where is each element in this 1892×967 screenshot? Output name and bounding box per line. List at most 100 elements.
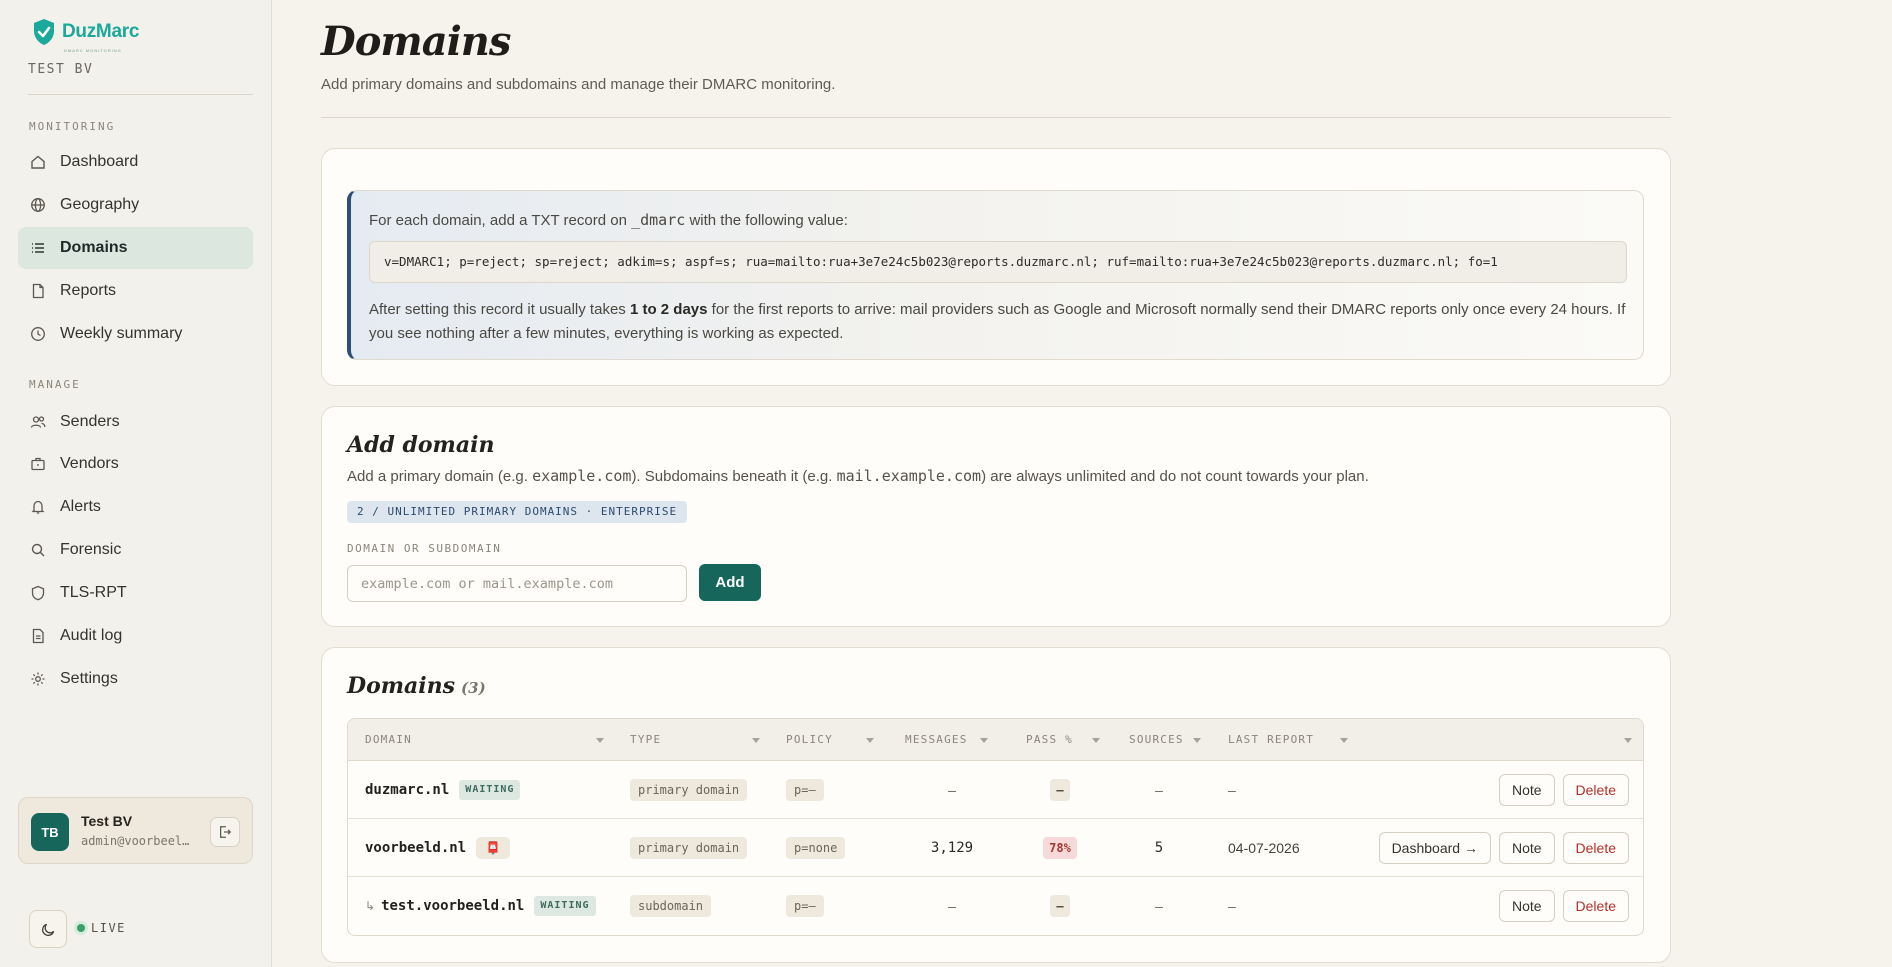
policy-cell: p=none xyxy=(786,819,846,877)
column-header-domain[interactable]: DOMAIN xyxy=(365,719,412,761)
sidebar-item-label: Vendors xyxy=(60,455,119,472)
policy-pill: p=– xyxy=(786,895,824,917)
table-row: duzmarc.nl WAITING primary domain p=– – … xyxy=(348,761,1643,819)
logout-button[interactable] xyxy=(210,817,240,847)
mailbox-icon: 📮 xyxy=(476,837,511,859)
sidebar-item-label: Geography xyxy=(60,196,140,213)
note-button[interactable]: Note xyxy=(1498,832,1555,864)
note-button[interactable]: Note xyxy=(1498,890,1555,922)
column-header-policy[interactable]: POLICY xyxy=(786,719,833,761)
avatar[interactable]: TB xyxy=(31,813,69,851)
bell-icon xyxy=(31,500,45,514)
desc-sub-example-code: mail.example.com xyxy=(836,467,982,485)
add-domain-title: Add domain xyxy=(347,432,495,458)
dmarc-info-box: For each domain, add a TXT record on _dm… xyxy=(347,190,1644,360)
moon-icon xyxy=(41,923,54,936)
add-domain-card: Add domain Add a primary domain (e.g. ex… xyxy=(321,406,1671,627)
domains-count: (3) xyxy=(461,679,486,697)
messages-value: – xyxy=(948,898,956,914)
sort-caret-icon[interactable] xyxy=(752,738,760,743)
table-header: DOMAIN TYPE POLICY MESSAGES PASS % SOURC… xyxy=(348,719,1643,761)
sidebar-item-domains[interactable]: Domains xyxy=(18,227,253,269)
section-label-manage: MANAGE xyxy=(29,378,81,391)
sidebar-item-reports[interactable]: Reports xyxy=(18,270,253,312)
sidebar-item-label: Domains xyxy=(60,239,128,256)
domain-name[interactable]: duzmarc.nl xyxy=(365,782,449,798)
row-actions: Note Delete xyxy=(1498,890,1629,922)
info-intro-suffix: with the following value: xyxy=(685,212,848,229)
messages-cell: – xyxy=(905,877,999,935)
desc-text: Add a primary domain (e.g. xyxy=(347,468,533,485)
messages-value: 3,129 xyxy=(930,840,974,856)
domains-table-card: Domains (3) DOMAIN TYPE POLICY MESSAGES P… xyxy=(321,647,1671,963)
column-header-type[interactable]: TYPE xyxy=(630,719,661,761)
policy-cell: p=– xyxy=(786,877,824,935)
brand-logo[interactable]: DuzMarc xyxy=(32,18,139,46)
desc-example-code: example.com xyxy=(532,467,632,485)
sidebar-item-settings[interactable]: Settings xyxy=(18,658,253,700)
sidebar-item-vendors[interactable]: Vendors xyxy=(18,443,253,485)
shield-check-icon xyxy=(34,19,54,45)
pass-pill: – xyxy=(1050,779,1070,801)
sidebar-item-label: Weekly summary xyxy=(60,325,183,342)
user-card: TB Test BV admin@voorbeel… xyxy=(18,797,253,864)
last-report-value: – xyxy=(1228,898,1236,914)
sidebar-item-geography[interactable]: Geography xyxy=(18,184,253,226)
user-email: admin@voorbeel… xyxy=(81,834,190,848)
row-actions: Dashboard → Note Delete xyxy=(1378,832,1629,864)
pass-cell: – xyxy=(1026,761,1094,819)
sort-caret-icon[interactable] xyxy=(1340,738,1348,743)
column-header-messages[interactable]: MESSAGES xyxy=(905,719,968,761)
column-header-last-report[interactable]: LAST REPORT xyxy=(1228,719,1314,761)
column-header-sources[interactable]: SOURCES xyxy=(1129,719,1184,761)
domain-name[interactable]: voorbeeld.nl xyxy=(365,840,466,856)
sidebar-item-senders[interactable]: Senders xyxy=(18,401,253,443)
domain-name[interactable]: test.voorbeeld.nl xyxy=(381,898,524,914)
live-status: LIVE xyxy=(77,921,126,935)
dashboard-button[interactable]: Dashboard → xyxy=(1378,832,1491,864)
sidebar-item-dashboard[interactable]: Dashboard xyxy=(18,141,253,183)
column-header-pass[interactable]: PASS % xyxy=(1026,719,1073,761)
info-intro-text: For each domain, add a TXT record on xyxy=(369,212,632,229)
brand-tagline: DMARC MONITORING xyxy=(64,48,122,53)
domain-cell: duzmarc.nl WAITING xyxy=(365,761,521,819)
add-domain-button[interactable]: Add xyxy=(699,564,761,601)
sort-caret-icon[interactable] xyxy=(596,738,604,743)
dmarc-record-value[interactable]: v=DMARC1; p=reject; sp=reject; adkim=s; … xyxy=(369,241,1627,283)
plan-quota-badge: 2 / UNLIMITED PRIMARY DOMAINS · ENTERPRI… xyxy=(347,501,688,523)
note-button[interactable]: Note xyxy=(1498,774,1555,806)
section-label-monitoring: MONITORING xyxy=(29,120,116,133)
type-cell: subdomain xyxy=(630,877,712,935)
header-divider xyxy=(321,117,1671,118)
user-name: Test BV xyxy=(81,813,133,829)
sidebar-item-weekly-summary[interactable]: Weekly summary xyxy=(18,313,253,355)
sidebar-item-tls-rpt[interactable]: TLS-RPT xyxy=(18,572,253,614)
sidebar-item-label: Forensic xyxy=(60,541,122,558)
theme-toggle-button[interactable] xyxy=(29,910,67,948)
org-name: TEST BV xyxy=(28,62,94,77)
sources-value: – xyxy=(1155,782,1163,798)
sort-caret-icon[interactable] xyxy=(866,738,874,743)
domain-input[interactable] xyxy=(347,565,687,602)
delete-button[interactable]: Delete xyxy=(1562,890,1629,922)
gear-icon xyxy=(31,672,45,686)
sidebar: DuzMarc DMARC MONITORING TEST BV MONITOR… xyxy=(0,0,272,967)
sidebar-item-audit-log[interactable]: Audit log xyxy=(18,615,253,657)
sidebar-item-label: Reports xyxy=(60,282,117,299)
pass-cell: – xyxy=(1026,877,1094,935)
sidebar-item-forensic[interactable]: Forensic xyxy=(18,529,253,571)
sort-caret-icon[interactable] xyxy=(1193,738,1201,743)
domain-cell: ↳ test.voorbeeld.nl WAITING xyxy=(365,877,596,935)
logout-icon xyxy=(220,826,232,838)
delete-button[interactable]: Delete xyxy=(1562,774,1629,806)
sources-value: 5 xyxy=(1154,840,1164,856)
sidebar-item-label: Audit log xyxy=(60,627,123,644)
sort-caret-icon[interactable] xyxy=(1624,738,1632,743)
type-pill: subdomain xyxy=(630,895,712,917)
sidebar-item-alerts[interactable]: Alerts xyxy=(18,486,253,528)
timing-bold: 1 to 2 days xyxy=(629,301,708,318)
sidebar-item-label: Settings xyxy=(60,670,118,687)
delete-button[interactable]: Delete xyxy=(1562,832,1629,864)
sort-caret-icon[interactable] xyxy=(980,738,988,743)
sort-caret-icon[interactable] xyxy=(1092,738,1100,743)
